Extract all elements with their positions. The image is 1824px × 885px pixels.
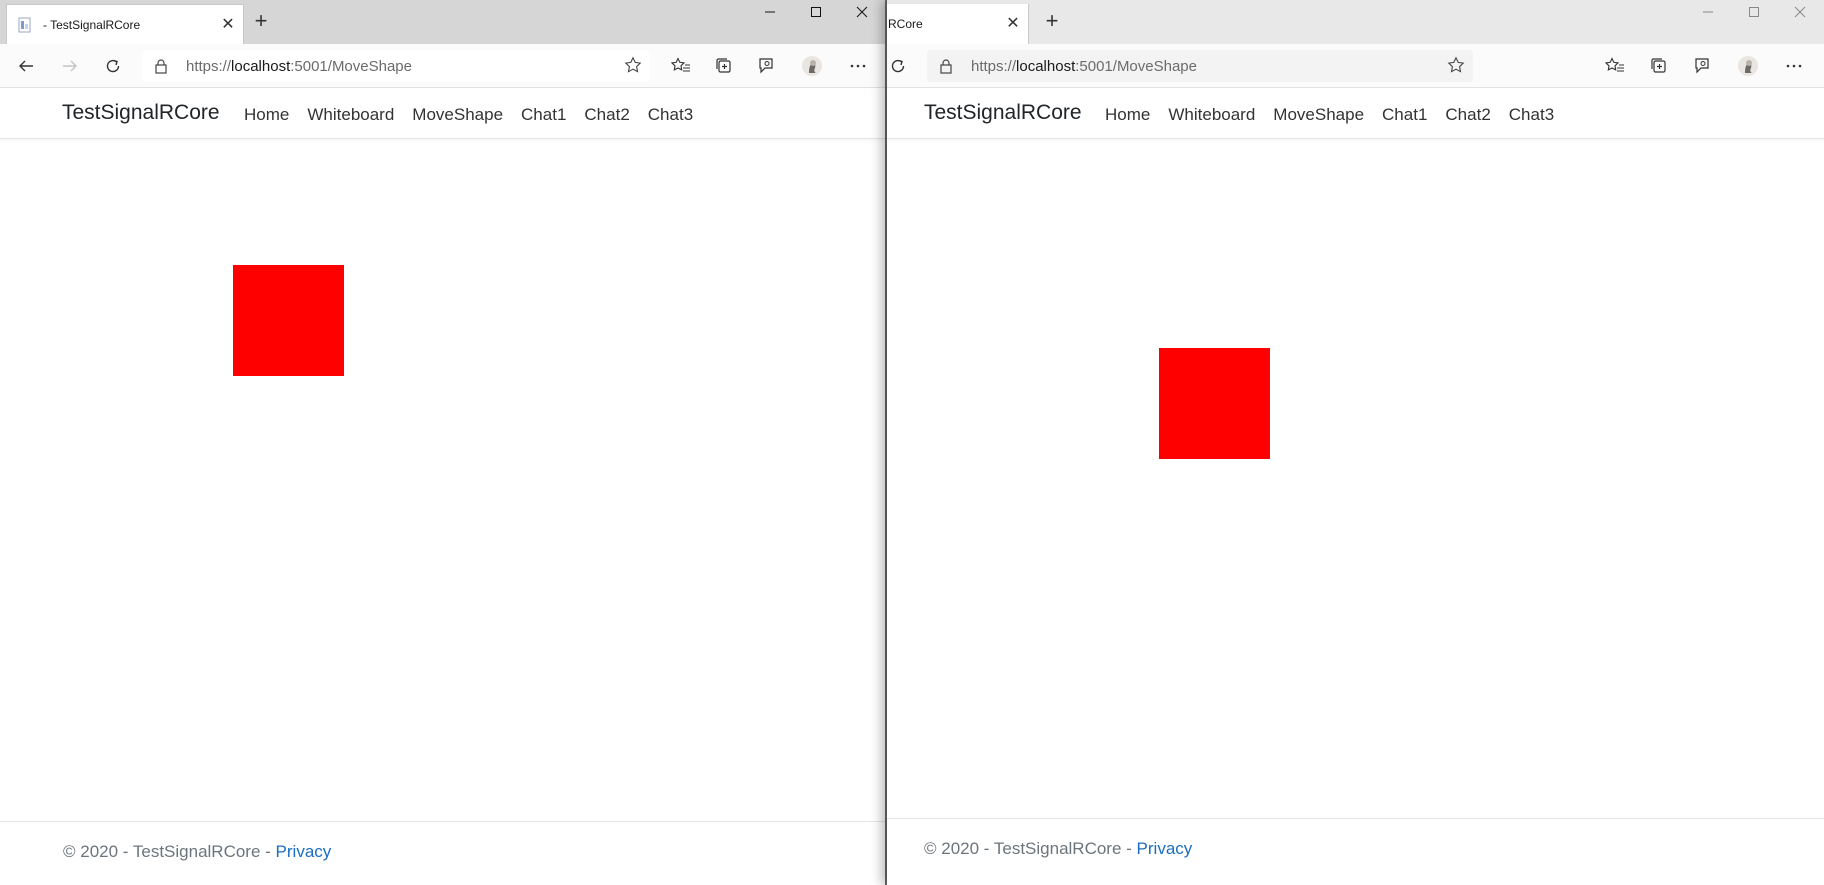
close-tab-icon[interactable]: ✕ (1004, 15, 1022, 33)
feedback-icon[interactable] (1687, 51, 1717, 81)
tab-strip: - TestSignalRCore ✕ + (0, 0, 886, 44)
site-footer: © 2020 - TestSignalRCore - Privacy (0, 821, 886, 881)
footer-copyright: © 2020 - TestSignalRCore - (63, 842, 276, 861)
star-icon[interactable] (1447, 56, 1465, 78)
new-tab-icon[interactable]: + (1039, 9, 1065, 35)
privacy-link[interactable]: Privacy (1137, 839, 1193, 858)
close-tab-icon[interactable]: ✕ (219, 16, 237, 34)
site-footer: © 2020 - TestSignalRCore - Privacy (887, 818, 1824, 878)
favorites-icon[interactable] (666, 51, 696, 81)
url-host: localhost (1016, 58, 1076, 75)
draggable-shape[interactable] (233, 265, 344, 376)
url-text: https://localhost:5001/MoveShape (186, 58, 412, 75)
refresh-icon[interactable] (887, 51, 913, 81)
maximize-icon[interactable] (1732, 0, 1776, 24)
url-path: :5001/MoveShape (1075, 58, 1197, 75)
url-scheme: https:// (971, 58, 1017, 75)
address-bar[interactable]: https://localhost:5001/MoveShape (927, 50, 1473, 82)
tab-title: - TestSignalRCore (43, 17, 141, 32)
browser-tab[interactable]: - TestSignalRCore ✕ (6, 4, 244, 44)
collections-icon[interactable] (1644, 51, 1674, 81)
minimize-icon[interactable] (748, 0, 792, 24)
url-path: :5001/MoveShape (290, 58, 412, 75)
footer-text: © 2020 - TestSignalRCore - Privacy (924, 839, 1192, 859)
nav-link-chat1[interactable]: Chat1 (521, 105, 566, 125)
site-navbar: TestSignalRCore Home Whiteboard MoveShap… (0, 89, 886, 139)
forward-arrow-icon[interactable] (55, 51, 85, 81)
maximize-icon[interactable] (794, 0, 838, 24)
privacy-link[interactable]: Privacy (276, 842, 332, 861)
browser-window-left: - TestSignalRCore ✕ + https://localhost:… (0, 0, 886, 885)
browser-window-right: RCore ✕ + https://localhost:5001/MoveSha… (887, 0, 1824, 885)
minimize-icon[interactable] (1686, 0, 1730, 24)
nav-link-home[interactable]: Home (1105, 105, 1150, 125)
nav-link-chat2[interactable]: Chat2 (1445, 105, 1490, 125)
draggable-shape[interactable] (1159, 348, 1270, 459)
tab-strip: RCore ✕ + (887, 0, 1824, 44)
profile-avatar-icon[interactable] (797, 51, 827, 81)
lock-icon[interactable] (939, 58, 953, 78)
close-window-icon[interactable] (1778, 0, 1822, 24)
nav-links: Home Whiteboard MoveShape Chat1 Chat2 Ch… (1105, 105, 1572, 125)
nav-link-home[interactable]: Home (244, 105, 289, 125)
favorites-icon[interactable] (1600, 51, 1630, 81)
new-tab-icon[interactable]: + (248, 9, 274, 35)
site-navbar: TestSignalRCore Home Whiteboard MoveShap… (887, 89, 1824, 139)
star-icon[interactable] (624, 56, 642, 78)
footer-copyright: © 2020 - TestSignalRCore - (924, 839, 1137, 858)
feedback-icon[interactable] (751, 51, 781, 81)
close-window-icon[interactable] (840, 0, 884, 24)
url-host: localhost (231, 58, 291, 75)
nav-link-whiteboard[interactable]: Whiteboard (307, 105, 394, 125)
address-bar[interactable]: https://localhost:5001/MoveShape (142, 50, 650, 82)
refresh-icon[interactable] (98, 51, 128, 81)
browser-toolbar: https://localhost:5001/MoveShape (887, 44, 1824, 88)
back-arrow-icon[interactable] (11, 51, 41, 81)
nav-link-chat3[interactable]: Chat3 (648, 105, 693, 125)
footer-text: © 2020 - TestSignalRCore - Privacy (63, 842, 331, 862)
page-favicon-icon (17, 17, 33, 33)
nav-link-chat2[interactable]: Chat2 (584, 105, 629, 125)
nav-link-whiteboard[interactable]: Whiteboard (1168, 105, 1255, 125)
browser-tab[interactable]: RCore ✕ (887, 4, 1029, 44)
nav-link-moveshape[interactable]: MoveShape (412, 105, 503, 125)
url-scheme: https:// (186, 58, 232, 75)
browser-toolbar: https://localhost:5001/MoveShape (0, 44, 886, 88)
url-text: https://localhost:5001/MoveShape (971, 58, 1197, 75)
profile-avatar-icon[interactable] (1733, 51, 1763, 81)
lock-icon[interactable] (154, 58, 168, 78)
nav-links: Home Whiteboard MoveShape Chat1 Chat2 Ch… (244, 105, 711, 125)
site-brand-link[interactable]: TestSignalRCore (62, 101, 220, 125)
tab-title: RCore (888, 17, 923, 31)
nav-link-moveshape[interactable]: MoveShape (1273, 105, 1364, 125)
collections-icon[interactable] (709, 51, 739, 81)
nav-link-chat1[interactable]: Chat1 (1382, 105, 1427, 125)
more-icon[interactable] (843, 51, 873, 81)
more-icon[interactable] (1779, 51, 1809, 81)
site-brand-link[interactable]: TestSignalRCore (924, 101, 1082, 125)
nav-link-chat3[interactable]: Chat3 (1509, 105, 1554, 125)
